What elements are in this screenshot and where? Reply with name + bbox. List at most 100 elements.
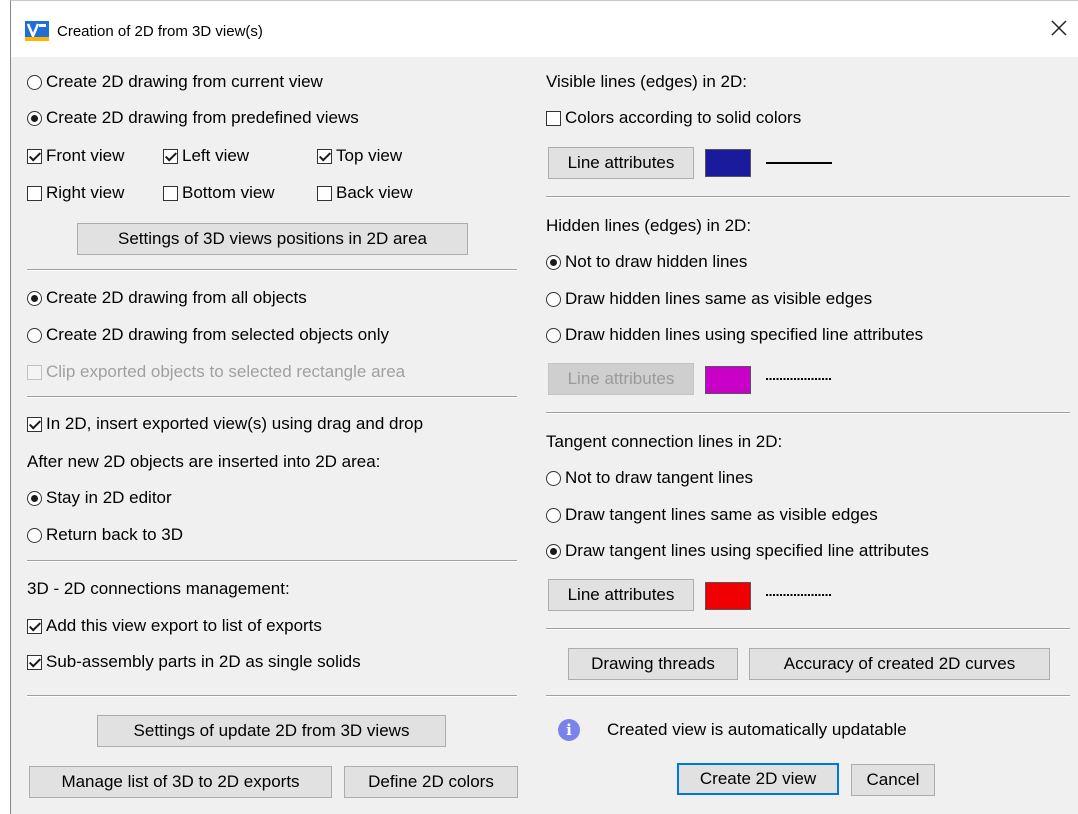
radio-hidden-specified-label: Draw hidden lines using specified line a… xyxy=(565,325,924,344)
radio-current-view[interactable]: Create 2D drawing from current view xyxy=(27,72,323,92)
visible-line-attributes-button[interactable]: Line attributes xyxy=(548,147,694,179)
radio-hidden-not-draw[interactable]: Not to draw hidden lines xyxy=(546,252,747,272)
radio-predefined-views-label: Create 2D drawing from predefined views xyxy=(46,108,359,127)
checkbox-left-view[interactable]: Left view xyxy=(163,146,249,166)
checkbox-box[interactable] xyxy=(546,110,561,126)
hidden-color-swatch[interactable] xyxy=(705,366,751,394)
radio-stay-2d-label: Stay in 2D editor xyxy=(46,488,172,507)
radio-circle[interactable] xyxy=(546,254,561,270)
hidden-line-attributes-button[interactable]: Line attributes xyxy=(548,363,694,395)
after-insert-label: After new 2D objects are inserted into 2… xyxy=(27,452,381,471)
radio-tangent-specified-label: Draw tangent lines using specified line … xyxy=(565,541,929,560)
checkbox-box[interactable] xyxy=(163,148,178,164)
radio-circle[interactable] xyxy=(546,543,561,559)
close-button[interactable] xyxy=(1048,17,1070,39)
radio-tangent-same[interactable]: Draw tangent lines same as visible edges xyxy=(546,505,878,525)
radio-all-objects-label: Create 2D drawing from all objects xyxy=(46,288,307,307)
tangent-line-style-preview xyxy=(766,594,832,596)
visible-line-style-preview xyxy=(766,162,832,164)
create-2d-view-button[interactable]: Create 2D view xyxy=(677,763,839,795)
visible-color-swatch[interactable] xyxy=(705,149,751,177)
radio-predefined-views[interactable]: Create 2D drawing from predefined views xyxy=(27,108,359,128)
info-icon: i xyxy=(558,719,580,741)
radio-circle[interactable] xyxy=(546,470,561,486)
checkbox-box[interactable] xyxy=(27,654,42,670)
accuracy-button[interactable]: Accuracy of created 2D curves xyxy=(749,648,1050,680)
divider xyxy=(546,628,1070,630)
radio-circle[interactable] xyxy=(27,110,42,126)
checkbox-box[interactable] xyxy=(27,148,42,164)
radio-tangent-not-draw[interactable]: Not to draw tangent lines xyxy=(546,468,753,488)
checkbox-back-view[interactable]: Back view xyxy=(317,183,413,203)
settings-update-button[interactable]: Settings of update 2D from 3D views xyxy=(97,715,446,747)
divider xyxy=(27,560,517,562)
checkbox-right-view[interactable]: Right view xyxy=(27,183,124,203)
divider xyxy=(27,695,517,697)
insert-drag-drop-label: In 2D, insert exported view(s) using dra… xyxy=(46,414,424,433)
hidden-line-style-preview xyxy=(766,378,832,380)
radio-return-3d[interactable]: Return back to 3D xyxy=(27,525,183,545)
radio-circle[interactable] xyxy=(546,291,561,307)
radio-current-view-label: Create 2D drawing from current view xyxy=(46,72,323,91)
define-colors-button[interactable]: Define 2D colors xyxy=(344,766,518,798)
settings-positions-button[interactable]: Settings of 3D views positions in 2D are… xyxy=(77,223,468,255)
radio-tangent-same-label: Draw tangent lines same as visible edges xyxy=(565,505,878,524)
checkbox-box[interactable] xyxy=(163,185,178,201)
radio-all-objects[interactable]: Create 2D drawing from all objects xyxy=(27,288,307,308)
radio-circle[interactable] xyxy=(27,527,42,543)
visible-lines-label: Visible lines (edges) in 2D: xyxy=(546,72,747,91)
tangent-lines-label: Tangent connection lines in 2D: xyxy=(546,432,783,451)
checkbox-box[interactable] xyxy=(27,618,42,634)
cancel-button[interactable]: Cancel xyxy=(851,764,935,796)
manage-list-button[interactable]: Manage list of 3D to 2D exports xyxy=(29,766,332,798)
close-icon xyxy=(1051,20,1067,36)
checkbox-subassembly[interactable]: Sub-assembly parts in 2D as single solid… xyxy=(27,652,361,672)
radio-circle[interactable] xyxy=(27,290,42,306)
checkbox-clip-objects: Clip exported objects to selected rectan… xyxy=(27,362,405,382)
clip-objects-label: Clip exported objects to selected rectan… xyxy=(46,362,406,381)
checkbox-add-to-list[interactable]: Add this view export to list of exports xyxy=(27,616,322,636)
window-title: Creation of 2D from 3D view(s) xyxy=(57,23,263,40)
checkbox-colors-solid[interactable]: Colors according to solid colors xyxy=(546,108,801,128)
checkbox-box xyxy=(27,364,42,380)
radio-hidden-not-draw-label: Not to draw hidden lines xyxy=(565,252,748,271)
checkbox-top-view[interactable]: Top view xyxy=(317,146,402,166)
checkbox-front-view[interactable]: Front view xyxy=(27,146,124,166)
radio-selected-objects-label: Create 2D drawing from selected objects … xyxy=(46,325,389,344)
info-text: Created view is automatically updatable xyxy=(607,720,907,739)
right-view-label: Right view xyxy=(46,183,125,202)
radio-hidden-specified[interactable]: Draw hidden lines using specified line a… xyxy=(546,325,923,345)
radio-circle[interactable] xyxy=(27,327,42,343)
radio-return-3d-label: Return back to 3D xyxy=(46,525,184,544)
checkbox-bottom-view[interactable]: Bottom view xyxy=(163,183,275,203)
radio-tangent-specified[interactable]: Draw tangent lines using specified line … xyxy=(546,541,929,561)
drawing-threads-button[interactable]: Drawing threads xyxy=(568,648,738,680)
checkbox-box[interactable] xyxy=(27,416,42,432)
left-view-label: Left view xyxy=(182,146,250,165)
radio-circle[interactable] xyxy=(27,490,42,506)
checkbox-box[interactable] xyxy=(27,185,42,201)
radio-circle[interactable] xyxy=(27,74,42,90)
tangent-color-swatch[interactable] xyxy=(705,582,751,610)
radio-hidden-same[interactable]: Draw hidden lines same as visible edges xyxy=(546,289,872,309)
divider xyxy=(546,695,1070,697)
radio-stay-2d[interactable]: Stay in 2D editor xyxy=(27,488,172,508)
checkbox-box[interactable] xyxy=(317,148,332,164)
tangent-line-attributes-button[interactable]: Line attributes xyxy=(548,579,694,611)
radio-selected-objects[interactable]: Create 2D drawing from selected objects … xyxy=(27,325,389,345)
divider xyxy=(546,412,1070,414)
connections-label: 3D - 2D connections management: xyxy=(27,579,290,598)
hidden-lines-label: Hidden lines (edges) in 2D: xyxy=(546,216,752,235)
divider xyxy=(27,396,517,398)
front-view-label: Front view xyxy=(46,146,125,165)
divider xyxy=(546,196,1070,198)
radio-circle[interactable] xyxy=(546,327,561,343)
radio-tangent-not-draw-label: Not to draw tangent lines xyxy=(565,468,754,487)
divider xyxy=(27,269,517,271)
title-bar: Creation of 2D from 3D view(s) xyxy=(11,1,1078,57)
dialog-window: Creation of 2D from 3D view(s) Create 2D… xyxy=(10,0,1078,814)
radio-circle[interactable] xyxy=(546,507,561,523)
radio-hidden-same-label: Draw hidden lines same as visible edges xyxy=(565,289,873,308)
checkbox-insert-drag-drop[interactable]: In 2D, insert exported view(s) using dra… xyxy=(27,414,423,434)
checkbox-box[interactable] xyxy=(317,185,332,201)
